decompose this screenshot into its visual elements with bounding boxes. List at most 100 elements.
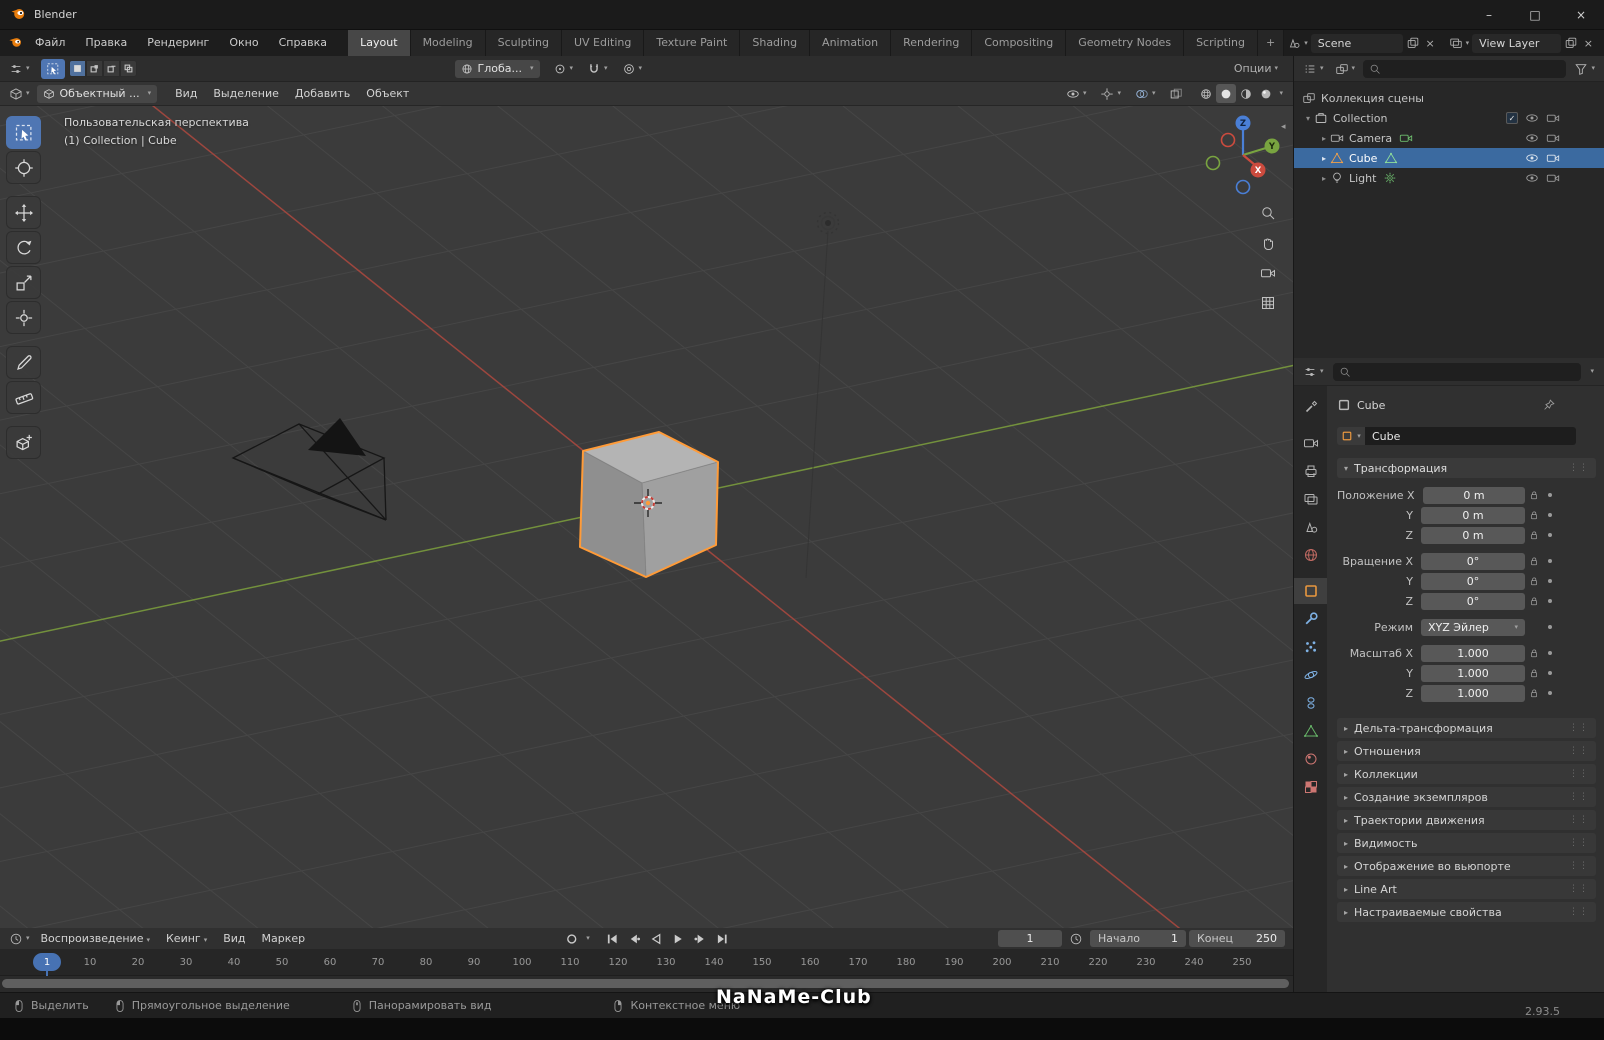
tool-transform[interactable]	[6, 301, 41, 334]
id-type-dropdown[interactable]: ▾	[1337, 427, 1365, 445]
lock-icon[interactable]	[1525, 489, 1543, 501]
sidebar-collapse-arrow[interactable]: ◂	[1281, 122, 1286, 132]
location-z-field[interactable]: 0 m	[1421, 526, 1525, 544]
pin-icon[interactable]	[1542, 398, 1556, 412]
section-collections[interactable]: ▸ Коллекции ⋮⋮	[1337, 764, 1596, 784]
menu-help[interactable]: Справка	[269, 30, 337, 56]
scale-z-field[interactable]: 1.000	[1421, 684, 1525, 702]
play-button[interactable]	[668, 930, 688, 948]
shading-material-button[interactable]	[1236, 84, 1256, 103]
menu-timeline-view[interactable]: Вид	[215, 932, 253, 945]
pivot-point-dropdown[interactable]: ▾	[550, 59, 577, 78]
tool-add-cube[interactable]	[6, 426, 41, 459]
current-frame-field[interactable]: 1	[998, 930, 1062, 947]
section-delta-transform[interactable]: ▸ Дельта-трансформация ⋮⋮	[1337, 718, 1596, 738]
tab-modifiers[interactable]	[1294, 606, 1327, 632]
tab-tool[interactable]	[1294, 394, 1327, 420]
disclosure-collapsed-icon[interactable]: ▸	[1318, 134, 1330, 143]
breadcrumb-object-name[interactable]: Cube	[1357, 399, 1385, 412]
lock-icon[interactable]	[1525, 509, 1543, 521]
menu-edit[interactable]: Правка	[75, 30, 137, 56]
workspace-tab-animation[interactable]: Animation	[810, 30, 892, 56]
active-tool-select-box[interactable]	[40, 58, 65, 79]
lock-icon[interactable]	[1525, 555, 1543, 567]
outliner-search-input[interactable]	[1363, 59, 1567, 78]
overlays-dropdown[interactable]: ▾	[1132, 84, 1159, 103]
gizmo-y-neg-axis[interactable]	[1205, 155, 1221, 171]
select-mode-intersect-button[interactable]	[119, 60, 137, 77]
tab-view-layer[interactable]	[1294, 486, 1327, 512]
tab-object-data[interactable]	[1294, 718, 1327, 744]
drag-handle-icon[interactable]: ⋮⋮	[1569, 769, 1589, 779]
add-view-layer-button[interactable]	[1561, 34, 1581, 53]
gizmo-x-neg-axis[interactable]	[1220, 132, 1236, 148]
animate-dot[interactable]	[1543, 599, 1556, 603]
camera-object[interactable]	[231, 418, 387, 521]
animate-dot[interactable]	[1543, 691, 1556, 695]
unlink-scene-button[interactable]: ×	[1423, 34, 1438, 53]
animate-dot[interactable]	[1543, 559, 1556, 563]
tab-particles[interactable]	[1294, 634, 1327, 660]
disable-render-camera-icon[interactable]	[1546, 151, 1560, 165]
blender-menu-icon[interactable]	[8, 34, 23, 52]
lock-icon[interactable]	[1525, 595, 1543, 607]
titlebar[interactable]: Blender – □ ×	[0, 0, 1604, 30]
drag-handle-icon[interactable]: ⋮⋮	[1569, 884, 1589, 894]
timeline-editor-type-button[interactable]: ▾	[6, 929, 33, 948]
shading-rendered-button[interactable]	[1256, 84, 1276, 103]
light-object[interactable]	[816, 211, 840, 235]
tool-rotate[interactable]	[6, 231, 41, 264]
disable-render-camera-icon[interactable]	[1546, 171, 1560, 185]
gizmos-dropdown[interactable]: ▾	[1097, 84, 1124, 103]
animate-dot[interactable]	[1543, 493, 1556, 497]
current-frame-marker[interactable]: 1	[33, 953, 61, 971]
shading-solid-button[interactable]	[1216, 84, 1237, 103]
xray-toggle[interactable]	[1166, 84, 1186, 103]
workspace-tab-modeling[interactable]: Modeling	[410, 30, 486, 56]
tab-output[interactable]	[1294, 458, 1327, 484]
viewport-3d[interactable]: Z Y X Пользовательская перспектива (1) C…	[0, 106, 1293, 928]
section-custom-properties[interactable]: ▸ Настраиваемые свойства ⋮⋮	[1337, 902, 1596, 922]
frame-start-field[interactable]: Начало 1	[1090, 930, 1186, 947]
object-name-field[interactable]: Cube	[1365, 427, 1576, 445]
pan-hand-icon[interactable]	[1255, 230, 1281, 256]
menu-object[interactable]: Объект	[358, 87, 417, 100]
properties-editor-type-button[interactable]: ▾	[1300, 362, 1327, 381]
workspace-tab-uv-editing[interactable]: UV Editing	[561, 30, 645, 56]
timeline-horizontal-scrollbar[interactable]	[2, 979, 1289, 988]
tool-measure[interactable]	[6, 381, 41, 414]
disclosure-collapsed-icon[interactable]: ▸	[1318, 154, 1330, 163]
workspace-tab-layout[interactable]: Layout	[348, 30, 411, 56]
location-y-field[interactable]: 0 m	[1421, 506, 1525, 524]
lock-icon[interactable]	[1525, 575, 1543, 587]
outliner-row-collection[interactable]: ▾ Collection ✓	[1294, 108, 1604, 128]
minimize-button[interactable]: –	[1466, 0, 1512, 30]
tab-physics[interactable]	[1294, 662, 1327, 688]
tool-select-box[interactable]	[6, 116, 41, 149]
view-layer-browse-button[interactable]: ▾	[1446, 34, 1473, 53]
new-scene-button[interactable]	[1403, 34, 1423, 53]
tab-constraints[interactable]	[1294, 690, 1327, 716]
nav-gizmo[interactable]: Z Y X	[1205, 115, 1280, 195]
shading-wireframe-button[interactable]	[1196, 84, 1216, 103]
lock-icon[interactable]	[1525, 687, 1543, 699]
preview-range-clock-icon[interactable]	[1066, 929, 1086, 948]
workspace-tab-geometry-nodes[interactable]: Geometry Nodes	[1066, 30, 1185, 56]
camera-view-icon[interactable]	[1255, 260, 1281, 286]
drag-handle-icon[interactable]: ⋮⋮	[1569, 907, 1589, 917]
add-workspace-button[interactable]: +	[1257, 30, 1285, 56]
editor-type-button[interactable]: ▾	[6, 59, 33, 78]
menu-keying[interactable]: Кеинг ▾	[158, 932, 215, 945]
drag-handle-icon[interactable]: ⋮⋮	[1569, 463, 1589, 473]
menu-view[interactable]: Вид	[167, 87, 205, 100]
select-mode-extend-button[interactable]	[85, 60, 103, 77]
close-button[interactable]: ×	[1558, 0, 1604, 30]
tool-cursor[interactable]	[6, 151, 41, 184]
animate-dot[interactable]	[1543, 625, 1556, 629]
menu-select[interactable]: Выделение	[205, 87, 287, 100]
viewport-editor-type-button[interactable]: ▾	[6, 84, 33, 103]
gizmo-z-neg-axis[interactable]	[1235, 179, 1251, 195]
scene-browse-button[interactable]: ▾	[1284, 34, 1311, 53]
auto-keyframe-record-button[interactable]	[561, 930, 581, 948]
drag-handle-icon[interactable]: ⋮⋮	[1569, 746, 1589, 756]
